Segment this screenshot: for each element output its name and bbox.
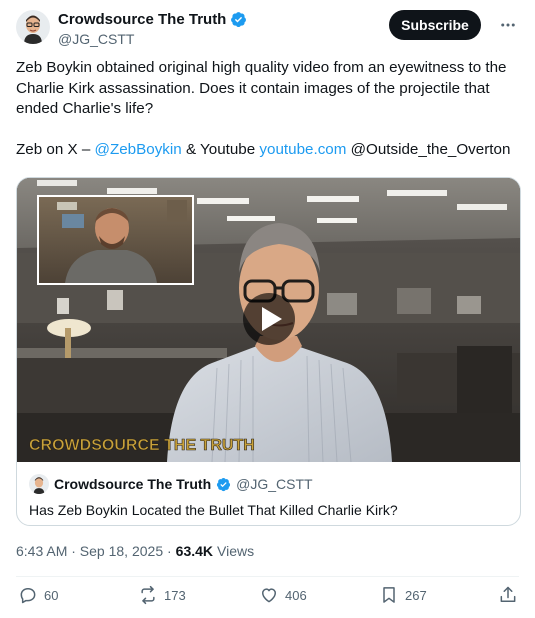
- bookmark-icon: [383, 587, 395, 603]
- views-label: Views: [217, 543, 255, 559]
- author-name[interactable]: Crowdsource The Truth: [58, 11, 226, 28]
- more-options-icon[interactable]: [497, 14, 519, 36]
- reply-count: 60: [44, 587, 59, 603]
- tweet-body: Zeb Boykin obtained original high qualit…: [16, 58, 521, 160]
- mention-link[interactable]: @ZebBoykin: [95, 141, 182, 158]
- share-button[interactable]: [498, 585, 518, 605]
- reply-button[interactable]: 60: [18, 585, 58, 605]
- verified-badge-icon: [217, 477, 231, 491]
- bookmark-count: 267: [405, 587, 427, 603]
- text-fragment: @Outside_the_Overton: [346, 140, 511, 158]
- youtube-link[interactable]: youtube.com: [259, 141, 346, 158]
- quoted-tweet[interactable]: Crowdsource The Truth @JG_CSTT Has Zeb B…: [17, 462, 520, 525]
- quoted-author-line: Crowdsource The Truth @JG_CSTT: [29, 474, 510, 494]
- quoted-author-handle: @JG_CSTT: [236, 476, 313, 492]
- like-count: 406: [285, 587, 307, 603]
- quoted-tweet-text: Has Zeb Boykin Located the Bullet That K…: [29, 502, 398, 518]
- text-fragment: Zeb on X –: [16, 140, 95, 158]
- divider: [16, 576, 519, 577]
- quoted-tweet-card[interactable]: CROWDSOURCE THE TRUTH Crowdsource The Tr…: [16, 177, 521, 526]
- verified-badge-icon: [231, 12, 247, 28]
- quoted-author-name: Crowdsource The Truth: [54, 476, 212, 492]
- quoted-author-avatar: [29, 474, 49, 494]
- reply-icon: [20, 588, 36, 604]
- repost-button[interactable]: 173: [138, 585, 186, 605]
- heart-icon: [262, 588, 276, 603]
- watermark-text: CROWDSOURCE THE TRUTH: [29, 437, 255, 454]
- tweet-header: Crowdsource The Truth @JG_CSTT Subscribe: [16, 8, 519, 52]
- bookmark-button[interactable]: 267: [379, 585, 427, 605]
- repost-count: 173: [164, 587, 186, 603]
- tweet-paragraph: Zeb Boykin obtained original high qualit…: [16, 59, 507, 117]
- author-avatar[interactable]: [16, 10, 50, 44]
- video-thumbnail[interactable]: CROWDSOURCE THE TRUTH: [17, 178, 520, 462]
- repost-icon: [141, 585, 155, 605]
- like-button[interactable]: 406: [259, 585, 307, 605]
- timestamp[interactable]: 6:43 AM · Sep 18, 2025 ·: [16, 543, 172, 559]
- text-fragment: & Youtube: [181, 140, 260, 158]
- action-bar: 60 173 406 267: [16, 585, 521, 609]
- subscribe-button[interactable]: Subscribe: [389, 10, 481, 40]
- author-name-line: Crowdsource The Truth: [58, 11, 247, 28]
- tweet-meta: 6:43 AM · Sep 18, 2025 · 63.4K Views: [16, 543, 254, 559]
- author-handle[interactable]: @JG_CSTT: [58, 31, 134, 47]
- tweet-paragraph-links: Zeb on X – @ZebBoykin & Youtube youtube.…: [16, 140, 521, 161]
- view-count: 63.4K: [175, 543, 214, 559]
- play-icon[interactable]: [243, 293, 295, 345]
- share-icon: [500, 586, 516, 602]
